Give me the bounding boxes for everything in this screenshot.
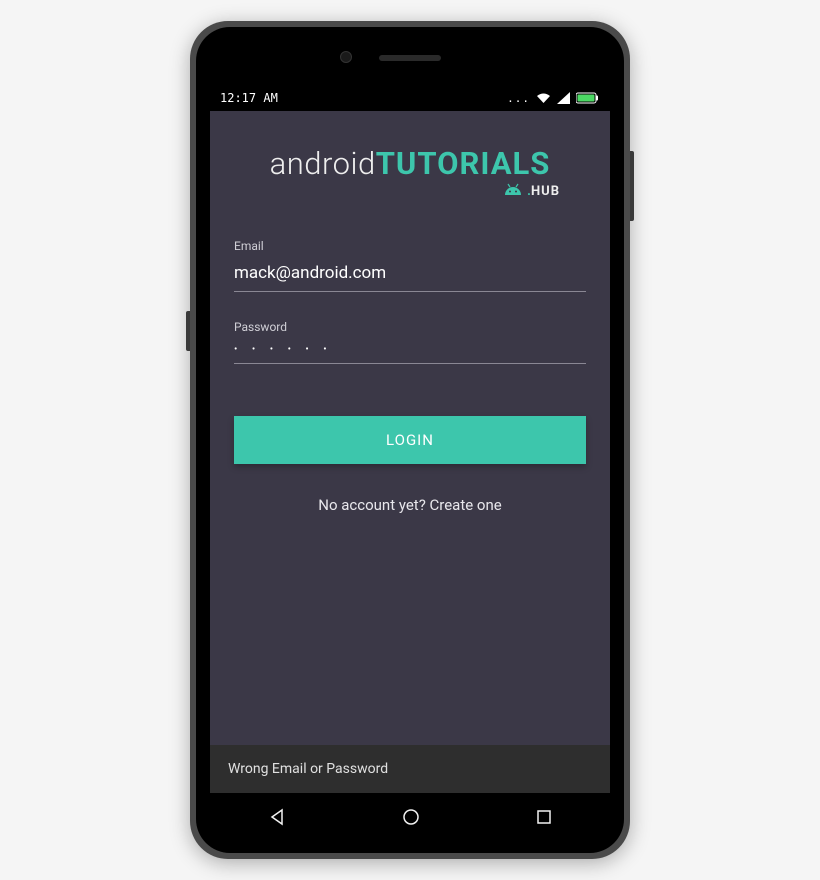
front-camera bbox=[340, 51, 352, 63]
power-button bbox=[630, 151, 634, 221]
home-icon[interactable] bbox=[402, 808, 420, 826]
logo-text-tutorials: TUTORIALS bbox=[376, 145, 551, 182]
volume-button bbox=[186, 311, 190, 351]
recent-apps-icon[interactable] bbox=[536, 809, 552, 825]
create-account-link[interactable]: No account yet? Create one bbox=[234, 496, 586, 514]
email-label: Email bbox=[234, 239, 586, 253]
login-content: androidTUTORIALS .HUB Ema bbox=[210, 111, 610, 514]
status-bar: 12:17 AM ... bbox=[210, 85, 610, 111]
battery-icon bbox=[576, 92, 600, 104]
more-icon: ... bbox=[507, 92, 530, 105]
phone-frame: 12:17 AM ... androidTUTORIALS bbox=[190, 21, 630, 859]
password-field-group: Password • • • • • • bbox=[234, 320, 586, 364]
logo-text-hub: HUB bbox=[531, 184, 560, 199]
email-field[interactable] bbox=[234, 259, 586, 292]
snackbar-message: Wrong Email or Password bbox=[228, 761, 388, 777]
navigation-bar bbox=[210, 795, 610, 839]
screen: 12:17 AM ... androidTUTORIALS bbox=[210, 85, 610, 793]
back-icon[interactable] bbox=[268, 808, 286, 826]
snackbar: Wrong Email or Password bbox=[210, 745, 610, 793]
speaker bbox=[379, 55, 441, 61]
android-icon bbox=[503, 183, 523, 197]
wifi-icon bbox=[536, 92, 551, 104]
password-field[interactable]: • • • • • • bbox=[234, 340, 586, 364]
email-field-group: Email bbox=[234, 239, 586, 292]
app-logo: androidTUTORIALS .HUB bbox=[234, 145, 586, 199]
login-button[interactable]: LOGIN bbox=[234, 416, 586, 464]
signal-icon bbox=[557, 92, 570, 104]
logo-text-android: android bbox=[270, 145, 376, 182]
status-time: 12:17 AM bbox=[220, 91, 278, 105]
password-label: Password bbox=[234, 320, 586, 334]
